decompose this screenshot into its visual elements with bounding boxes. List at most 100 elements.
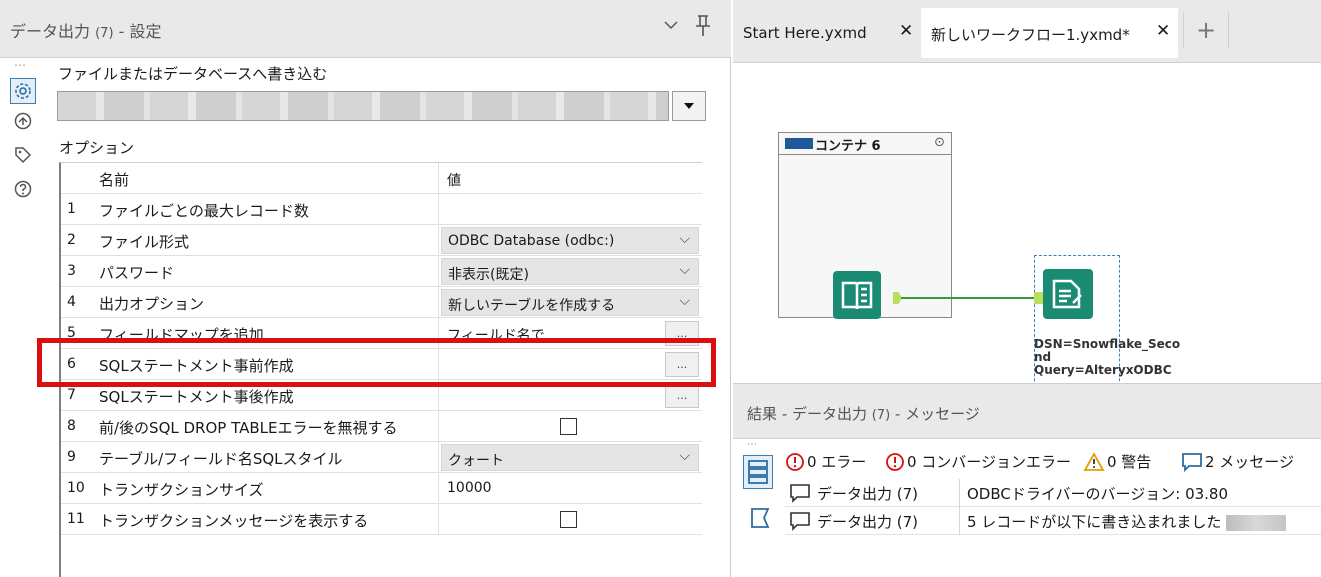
results-panel: 結果 - データ出力 (7) - メッセージ ⋯ 0 エラー 0 コンバージョン…: [733, 383, 1321, 577]
output-options-cell: 新しいテーブルを作成する ⌵: [439, 287, 701, 318]
row-number: 3: [67, 263, 76, 279]
message-row[interactable]: データ出力 (7) 5 レコードが以下に書き込まれました: [785, 507, 1321, 535]
grip-icon: ⋯: [747, 439, 757, 450]
message-icon: [1182, 452, 1202, 472]
workflow-area: Start Here.yxmd ✕ 新しいワークフロー1.yxmd* ✕ + コ…: [733, 0, 1321, 577]
configuration-header: データ出力 (7) - 設定: [0, 0, 731, 58]
row-number: 10: [67, 480, 85, 496]
filter-errors[interactable]: 0 エラー: [785, 451, 866, 472]
message-source: データ出力 (7): [817, 485, 919, 503]
chevron-down-icon: ⌵: [679, 293, 690, 309]
filter-warnings-label: 0 警告: [1107, 453, 1152, 471]
tab-start-here[interactable]: Start Here.yxmd ✕: [733, 8, 921, 58]
annotation-line: DSN=Snowflake_Seco: [1034, 337, 1181, 351]
message-source: データ出力 (7): [817, 513, 919, 531]
table-row[interactable]: 1 ファイルごとの最大レコード数: [61, 194, 702, 225]
panel-title-count: (7): [95, 26, 114, 41]
tab-new-workflow[interactable]: 新しいワークフロー1.yxmd* ✕: [921, 8, 1178, 58]
option-name: トランザクションメッセージを表示する: [99, 512, 369, 530]
chevron-down-icon: ⌵: [679, 448, 690, 464]
input-data-tool-icon[interactable]: [833, 271, 881, 319]
add-tab-button[interactable]: +: [1183, 12, 1229, 48]
data-view-icon[interactable]: [745, 501, 775, 535]
filter-errors-label: 0 エラー: [807, 453, 867, 471]
option-name: トランザクションサイズ: [99, 481, 264, 499]
chevron-down-icon: ⌵: [679, 231, 690, 247]
filter-conversion-errors[interactable]: 0 コンバージョンエラー: [885, 451, 1071, 472]
option-name: SQLステートメント事後作成: [99, 388, 294, 406]
tab-label: 新しいワークフロー1.yxmd*: [931, 26, 1130, 44]
annotation-line: Query=AlteryxODBC: [1034, 363, 1172, 377]
filter-messages-label: 2 メッセージ: [1205, 453, 1295, 471]
option-name: ファイル形式: [99, 233, 190, 251]
config-side-toolbar: ⋯: [0, 58, 46, 577]
row-number: 9: [67, 449, 76, 465]
results-title-suffix: - メッセージ: [890, 405, 980, 423]
password-select[interactable]: 非表示(既定) ⌵: [441, 258, 699, 285]
table-row[interactable]: 4 出力オプション 新しいテーブルを作成する ⌵: [61, 287, 702, 318]
filter-messages[interactable]: 2 メッセージ: [1181, 451, 1294, 472]
row-number: 1: [67, 201, 76, 217]
transaction-size-value: 10000: [447, 480, 492, 496]
ignore-drop-errors-checkbox[interactable]: [560, 418, 577, 435]
output-options-select[interactable]: 新しいテーブルを作成する ⌵: [441, 289, 699, 316]
show-transaction-messages-cell: [439, 504, 701, 535]
error-icon: [786, 452, 804, 471]
password-value: 非表示(既定): [448, 267, 529, 283]
document-tab-bar: Start Here.yxmd ✕ 新しいワークフロー1.yxmd* ✕ +: [733, 0, 1321, 63]
option-name: ファイルごとの最大レコード数: [99, 202, 309, 220]
chevron-down-icon[interactable]: [664, 14, 678, 35]
results-header: 結果 - データ出力 (7) - メッセージ: [733, 383, 1321, 439]
ignore-drop-errors-cell: [439, 411, 701, 442]
results-title-text: 結果 - データ出力: [747, 405, 867, 423]
grid-header-name: 名前: [99, 171, 130, 189]
table-row[interactable]: 9 テーブル/フィールド名SQLスタイル クォート ⌵: [61, 442, 702, 473]
filter-conversion-errors-label: 0 コンバージョンエラー: [907, 453, 1072, 471]
sql-style-select[interactable]: クォート ⌵: [441, 444, 699, 471]
file-format-select[interactable]: ODBC Database (odbc:) ⌵: [441, 227, 699, 254]
output-options-value: 新しいテーブルを作成する: [448, 298, 616, 314]
conversion-error-icon: [886, 452, 904, 471]
gear-icon[interactable]: [10, 78, 36, 104]
message-row[interactable]: データ出力 (7) ODBCドライバーのバージョン: 03.80: [785, 479, 1321, 507]
row-number: 8: [67, 418, 76, 434]
connection-dropdown-button[interactable]: [672, 91, 706, 121]
close-icon[interactable]: ✕: [899, 21, 913, 41]
table-row[interactable]: 11 トランザクションメッセージを表示する: [61, 504, 702, 535]
results-title: 結果 - データ出力 (7) - メッセージ: [747, 403, 980, 424]
option-name: 前/後のSQL DROP TABLEエラーを無視する: [99, 419, 398, 437]
row-number: 4: [67, 294, 76, 310]
chevron-down-icon: ⌵: [679, 262, 690, 278]
transaction-size-input[interactable]: 10000: [439, 473, 701, 504]
table-row[interactable]: 2 ファイル形式 ODBC Database (odbc:) ⌵: [61, 225, 702, 256]
container-toggle-icon[interactable]: [785, 138, 813, 149]
grip-icon: ⋯: [14, 58, 27, 72]
filter-warnings[interactable]: 0 警告: [1083, 451, 1151, 472]
input-anchor[interactable]: [1034, 292, 1043, 304]
column-divider: [959, 479, 960, 507]
file-format-cell: ODBC Database (odbc:) ⌵: [439, 225, 701, 256]
option-name: テーブル/フィールド名SQLスタイル: [99, 450, 343, 468]
highlight-annotation-box: [37, 338, 716, 387]
show-transaction-messages-checkbox[interactable]: [560, 511, 577, 528]
max-records-input[interactable]: [439, 194, 701, 225]
grid-header-name-cell: [91, 163, 439, 194]
tag-icon[interactable]: [10, 142, 36, 168]
workflow-canvas[interactable]: コンテナ 6 ⊙ DSN=Snowflake_Seco nd Query=Alt…: [733, 63, 1321, 401]
connection-string-field[interactable]: [57, 91, 669, 121]
message-text: 5 レコードが以下に書き込まれました: [967, 511, 1287, 532]
output-data-tool-icon[interactable]: [1043, 269, 1093, 319]
configuration-panel: データ出力 (7) - 設定 ⋯ ファイルまたはデータベースへ書き込む オプショ…: [0, 0, 731, 577]
messages-view-icon[interactable]: [743, 455, 773, 489]
close-icon[interactable]: ✕: [1156, 21, 1170, 41]
connection-line[interactable]: [901, 297, 1035, 299]
pin-icon[interactable]: [692, 14, 714, 38]
table-row[interactable]: 10 トランザクションサイズ 10000: [61, 473, 702, 504]
container-title-bar[interactable]: コンテナ 6 ⊙: [779, 133, 951, 155]
table-row[interactable]: 3 パスワード 非表示(既定) ⌵: [61, 256, 702, 287]
connection-progress-icon[interactable]: [10, 108, 36, 134]
help-icon[interactable]: [10, 176, 36, 202]
tab-label: Start Here.yxmd: [743, 24, 867, 42]
collapse-icon[interactable]: ⊙: [934, 135, 945, 150]
table-row[interactable]: 8 前/後のSQL DROP TABLEエラーを無視する: [61, 411, 702, 442]
